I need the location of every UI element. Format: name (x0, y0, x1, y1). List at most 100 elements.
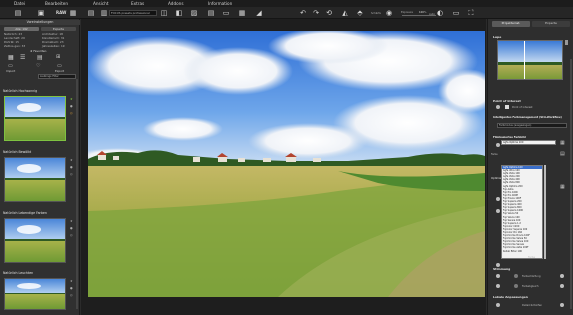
color-mode-select[interactable]: Farbmodus (ausgewogen) (497, 123, 567, 128)
exposure-label: Exposure (401, 10, 414, 14)
point-of-interest-title: Point of Interest (493, 99, 521, 103)
poi-checkbox[interactable] (505, 105, 509, 109)
filter-select[interactable]: Lieblings Filter (38, 74, 76, 79)
optimization-icon[interactable]: ▦ (560, 184, 566, 190)
undo-icon[interactable]: ⟲ (325, 9, 333, 17)
compare-icon[interactable]: ◫ (160, 9, 168, 17)
template-title: Natürlich Hochsonnig (3, 89, 38, 93)
image-icon[interactable]: ▣ (37, 9, 45, 17)
compact-view-icon[interactable]: ▤ (37, 54, 43, 61)
loupe-preview[interactable] (497, 40, 563, 80)
rotate-left-icon[interactable]: ↶ (299, 9, 307, 17)
film-adjust-icon[interactable]: ▤ (560, 151, 566, 157)
menu-bar: Datei Bearbeiten Ansicht Extras Addons I… (0, 0, 573, 7)
gear-icon[interactable] (496, 284, 500, 288)
flip-vertical-icon[interactable]: ⬘ (356, 9, 364, 17)
percent-label: % (424, 10, 427, 14)
panel-scrollbar[interactable] (570, 59, 572, 309)
gear-icon[interactable] (496, 197, 500, 201)
menu-bearbeiten[interactable]: Bearbeiten (45, 1, 68, 6)
split-view-icon[interactable]: ◧ (175, 9, 183, 17)
warmth-label: Farbabgleich (522, 285, 539, 288)
info-icon[interactable]: ● (70, 227, 74, 230)
preset-select[interactable]: FOCUS presets professional (109, 9, 157, 16)
star-icon[interactable]: ★ (70, 98, 74, 101)
grid-icon[interactable]: ▦ (69, 9, 77, 17)
presets-panel: Voreinstellungen Alle: 192 Experte Natür… (0, 19, 80, 315)
contrast-icon[interactable]: ◐ (436, 9, 444, 17)
detail-option-label: Detail-Schärfen (522, 304, 543, 307)
favorites-label[interactable]: ★ Favoriten (30, 49, 46, 53)
film-type-label: Farbe (491, 153, 498, 156)
film-grid-icon[interactable]: ▦ (560, 140, 566, 146)
info-icon[interactable]: ● (70, 166, 74, 169)
grid-view-icon[interactable]: ▦ (8, 54, 14, 61)
star-icon[interactable]: ★ (70, 159, 74, 162)
export-label[interactable]: Export (55, 69, 64, 73)
fullscreen-icon[interactable]: ⛶ (467, 9, 475, 17)
large-view-icon[interactable]: ⊞ (56, 54, 60, 60)
export-icon[interactable]: ▥ (100, 9, 108, 17)
target-icon[interactable] (496, 105, 500, 109)
heart-icon[interactable]: ♡ (36, 63, 40, 69)
dropdown-scrollbar[interactable] (544, 165, 546, 259)
tab-project-settings[interactable]: Projekteinst. (492, 21, 530, 27)
warmth-toggle[interactable] (560, 284, 564, 288)
film-icon[interactable]: ▦ (238, 9, 246, 17)
eye-icon[interactable]: ◉ (385, 9, 393, 17)
smart-colors-title: Intelligentes Farbmanagement (SCA-Workfl… (493, 116, 562, 119)
template-thumbnail[interactable] (4, 157, 66, 202)
detail-title: Lokale Anpassungen (493, 295, 528, 299)
template-thumbnail[interactable] (4, 218, 66, 263)
filter-expert-button[interactable]: Experte (41, 27, 76, 32)
gear-icon[interactable] (496, 303, 500, 307)
save-icon[interactable]: ▤ (87, 9, 95, 17)
batch-icon[interactable]: ▨ (190, 9, 198, 17)
filter-all-button[interactable]: Alle: 192 (4, 27, 39, 32)
bracket-label: Schärfe (371, 12, 381, 15)
layers-icon[interactable]: ▤ (207, 9, 215, 17)
vignette-toggle[interactable] (560, 274, 564, 278)
favorite-icon[interactable]: ◎ (70, 112, 74, 115)
favorite-icon[interactable]: ◎ (70, 234, 74, 237)
gear-icon[interactable] (496, 143, 500, 147)
auto-label: Auto (429, 13, 436, 16)
film-list-item[interactable]: Kodak Ektar 100 (502, 250, 542, 253)
scrollbar[interactable] (76, 79, 78, 309)
flip-horizontal-icon[interactable]: ◭ (341, 9, 349, 17)
monitor-icon[interactable]: ▭ (452, 9, 460, 17)
template-thumbnail-selected[interactable] (4, 96, 66, 141)
menu-extras[interactable]: Extras (131, 1, 144, 6)
import-label[interactable]: Import (6, 69, 15, 73)
film-list-dropdown[interactable]: Agfa Optima 100 Agfa Ultra 100 Agfa Vista … (501, 165, 543, 259)
tab-expert[interactable]: Experte (532, 21, 570, 27)
open-folder-icon[interactable]: ▤ (14, 9, 22, 17)
loupe-toggle[interactable] (565, 40, 568, 45)
info-icon[interactable]: ● (70, 105, 74, 108)
favorite-icon[interactable]: ◎ (70, 173, 74, 176)
list-view-icon[interactable]: ☰ (20, 54, 25, 61)
menu-information[interactable]: Information (208, 1, 232, 6)
gear-icon[interactable] (496, 274, 500, 278)
film-select[interactable]: Agfa Optima 100 (501, 140, 556, 145)
crop-icon[interactable]: ▭ (222, 9, 230, 17)
vignette-icon[interactable] (514, 274, 518, 278)
menu-addons[interactable]: Addons (168, 1, 184, 6)
main-photo[interactable] (88, 31, 485, 297)
menu-ansicht[interactable]: Ansicht (93, 1, 108, 6)
poi-label: Point of interest (512, 106, 533, 109)
histogram-icon[interactable]: ◢ (255, 9, 263, 17)
gear-icon[interactable] (496, 209, 500, 213)
info-icon[interactable]: ● (70, 287, 74, 290)
template-thumbnail[interactable] (4, 278, 66, 310)
favorite-icon[interactable]: ◎ (70, 294, 74, 297)
warmth-icon[interactable] (514, 284, 518, 288)
landscape-photo (88, 31, 485, 297)
vignette-label: Farbschärfung (522, 275, 541, 278)
detail-toggle[interactable] (560, 303, 564, 307)
rotate-right-icon[interactable]: ↷ (312, 9, 320, 17)
star-icon[interactable]: ★ (70, 220, 74, 223)
menu-datei[interactable]: Datei (14, 1, 25, 6)
raw-icon[interactable]: RAW (56, 9, 66, 17)
star-icon[interactable]: ★ (70, 280, 74, 283)
